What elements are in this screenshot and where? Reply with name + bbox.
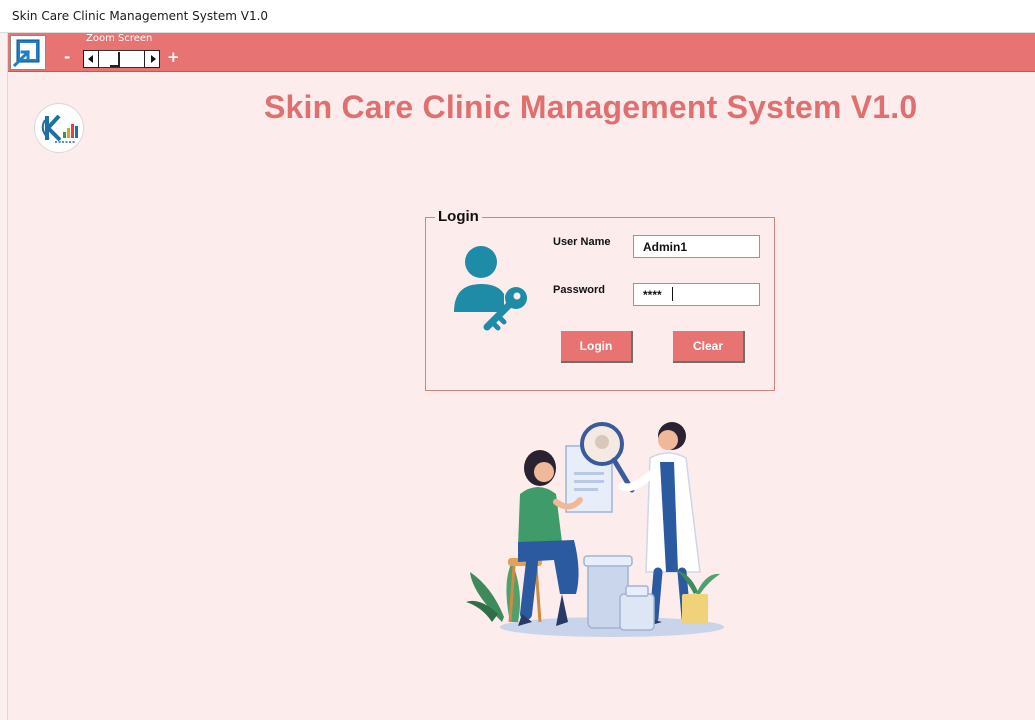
window-title: Skin Care Clinic Management System V1.0 — [12, 9, 269, 23]
password-label: Password — [553, 284, 605, 296]
zoom-in-button[interactable]: + — [167, 48, 180, 66]
doctor-patient-illustration — [462, 422, 724, 640]
window-titlebar: Skin Care Clinic Management System V1.0 — [0, 0, 1035, 33]
slider-right-arrow-icon[interactable] — [144, 50, 160, 68]
slider-thumb[interactable] — [110, 52, 120, 67]
login-legend: Login — [435, 208, 482, 225]
username-label: User Name — [553, 236, 611, 248]
zoom-out-button[interactable]: - — [64, 48, 70, 66]
restore-window-icon[interactable] — [10, 35, 46, 70]
page-title: Skin Care Clinic Management System V1.0 — [264, 89, 918, 125]
window-left-edge — [0, 33, 8, 720]
zoom-screen-label: Zoom Screen — [86, 33, 153, 44]
zoom-slider[interactable] — [83, 50, 160, 68]
clinic-logo — [34, 103, 84, 153]
clear-button[interactable]: Clear — [673, 331, 745, 363]
toolbar: Zoom Screen - + — [8, 33, 1035, 72]
password-input[interactable] — [633, 283, 760, 306]
slider-left-arrow-icon[interactable] — [83, 50, 99, 68]
login-panel: Login User Name Password Login Clear — [425, 208, 775, 391]
text-caret — [672, 287, 673, 301]
username-input[interactable] — [633, 235, 760, 258]
user-key-icon — [452, 244, 532, 334]
login-button[interactable]: Login — [561, 331, 633, 363]
